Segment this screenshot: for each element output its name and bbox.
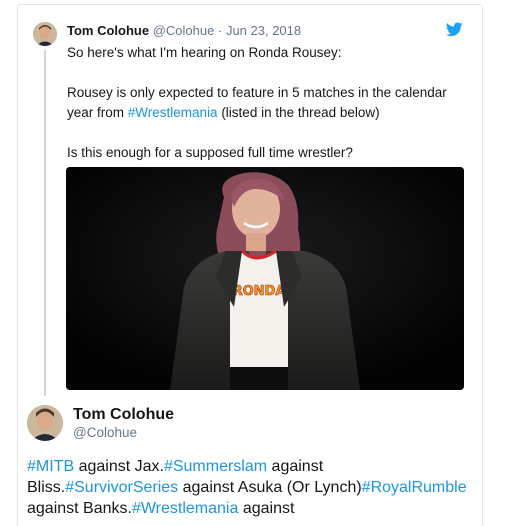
tweet-text: #MITB against Jax.#Summerslam against Bl… [27,458,467,517]
separator-dot: · [217,23,223,38]
thread-connector-line [44,50,46,396]
tweet-header: Tom Colohue @Colohue · Jun 23, 2018 [67,23,301,38]
hashtag-link[interactable]: #Summerslam [164,458,267,475]
hashtag-link[interactable]: #SurvivorSeries [65,479,178,496]
author-name[interactable]: Tom Colohue [67,23,149,38]
avatar[interactable] [27,405,63,441]
tweet-text-line: So here's what I'm hearing on Ronda Rous… [67,45,342,60]
tweet-text-line: Rousey is only expected to feature in 5 … [67,85,447,120]
hashtag-link[interactable]: #Wrestlemania [128,105,218,120]
author-name[interactable]: Tom Colohue [73,406,174,424]
author-handle[interactable]: @Colohue [73,425,137,440]
avatar[interactable] [33,22,57,46]
author-handle[interactable]: @Colohue [153,23,215,38]
hashtag-link[interactable]: #RoyalRumble [362,479,467,496]
hashtag-link[interactable]: #MITB [27,458,74,475]
tweet-text-line: Is this enough for a supposed full time … [67,145,353,160]
tweet-date[interactable]: Jun 23, 2018 [226,23,301,38]
tweet-text: So here's what I'm hearing on Ronda Rous… [67,43,467,163]
tweet-media-image[interactable]: RONDA [66,167,464,390]
shirt-graphic-text: RONDA [233,284,286,299]
twitter-bird-icon[interactable] [446,22,463,37]
hashtag-link[interactable]: #Wrestlemania [132,500,238,517]
